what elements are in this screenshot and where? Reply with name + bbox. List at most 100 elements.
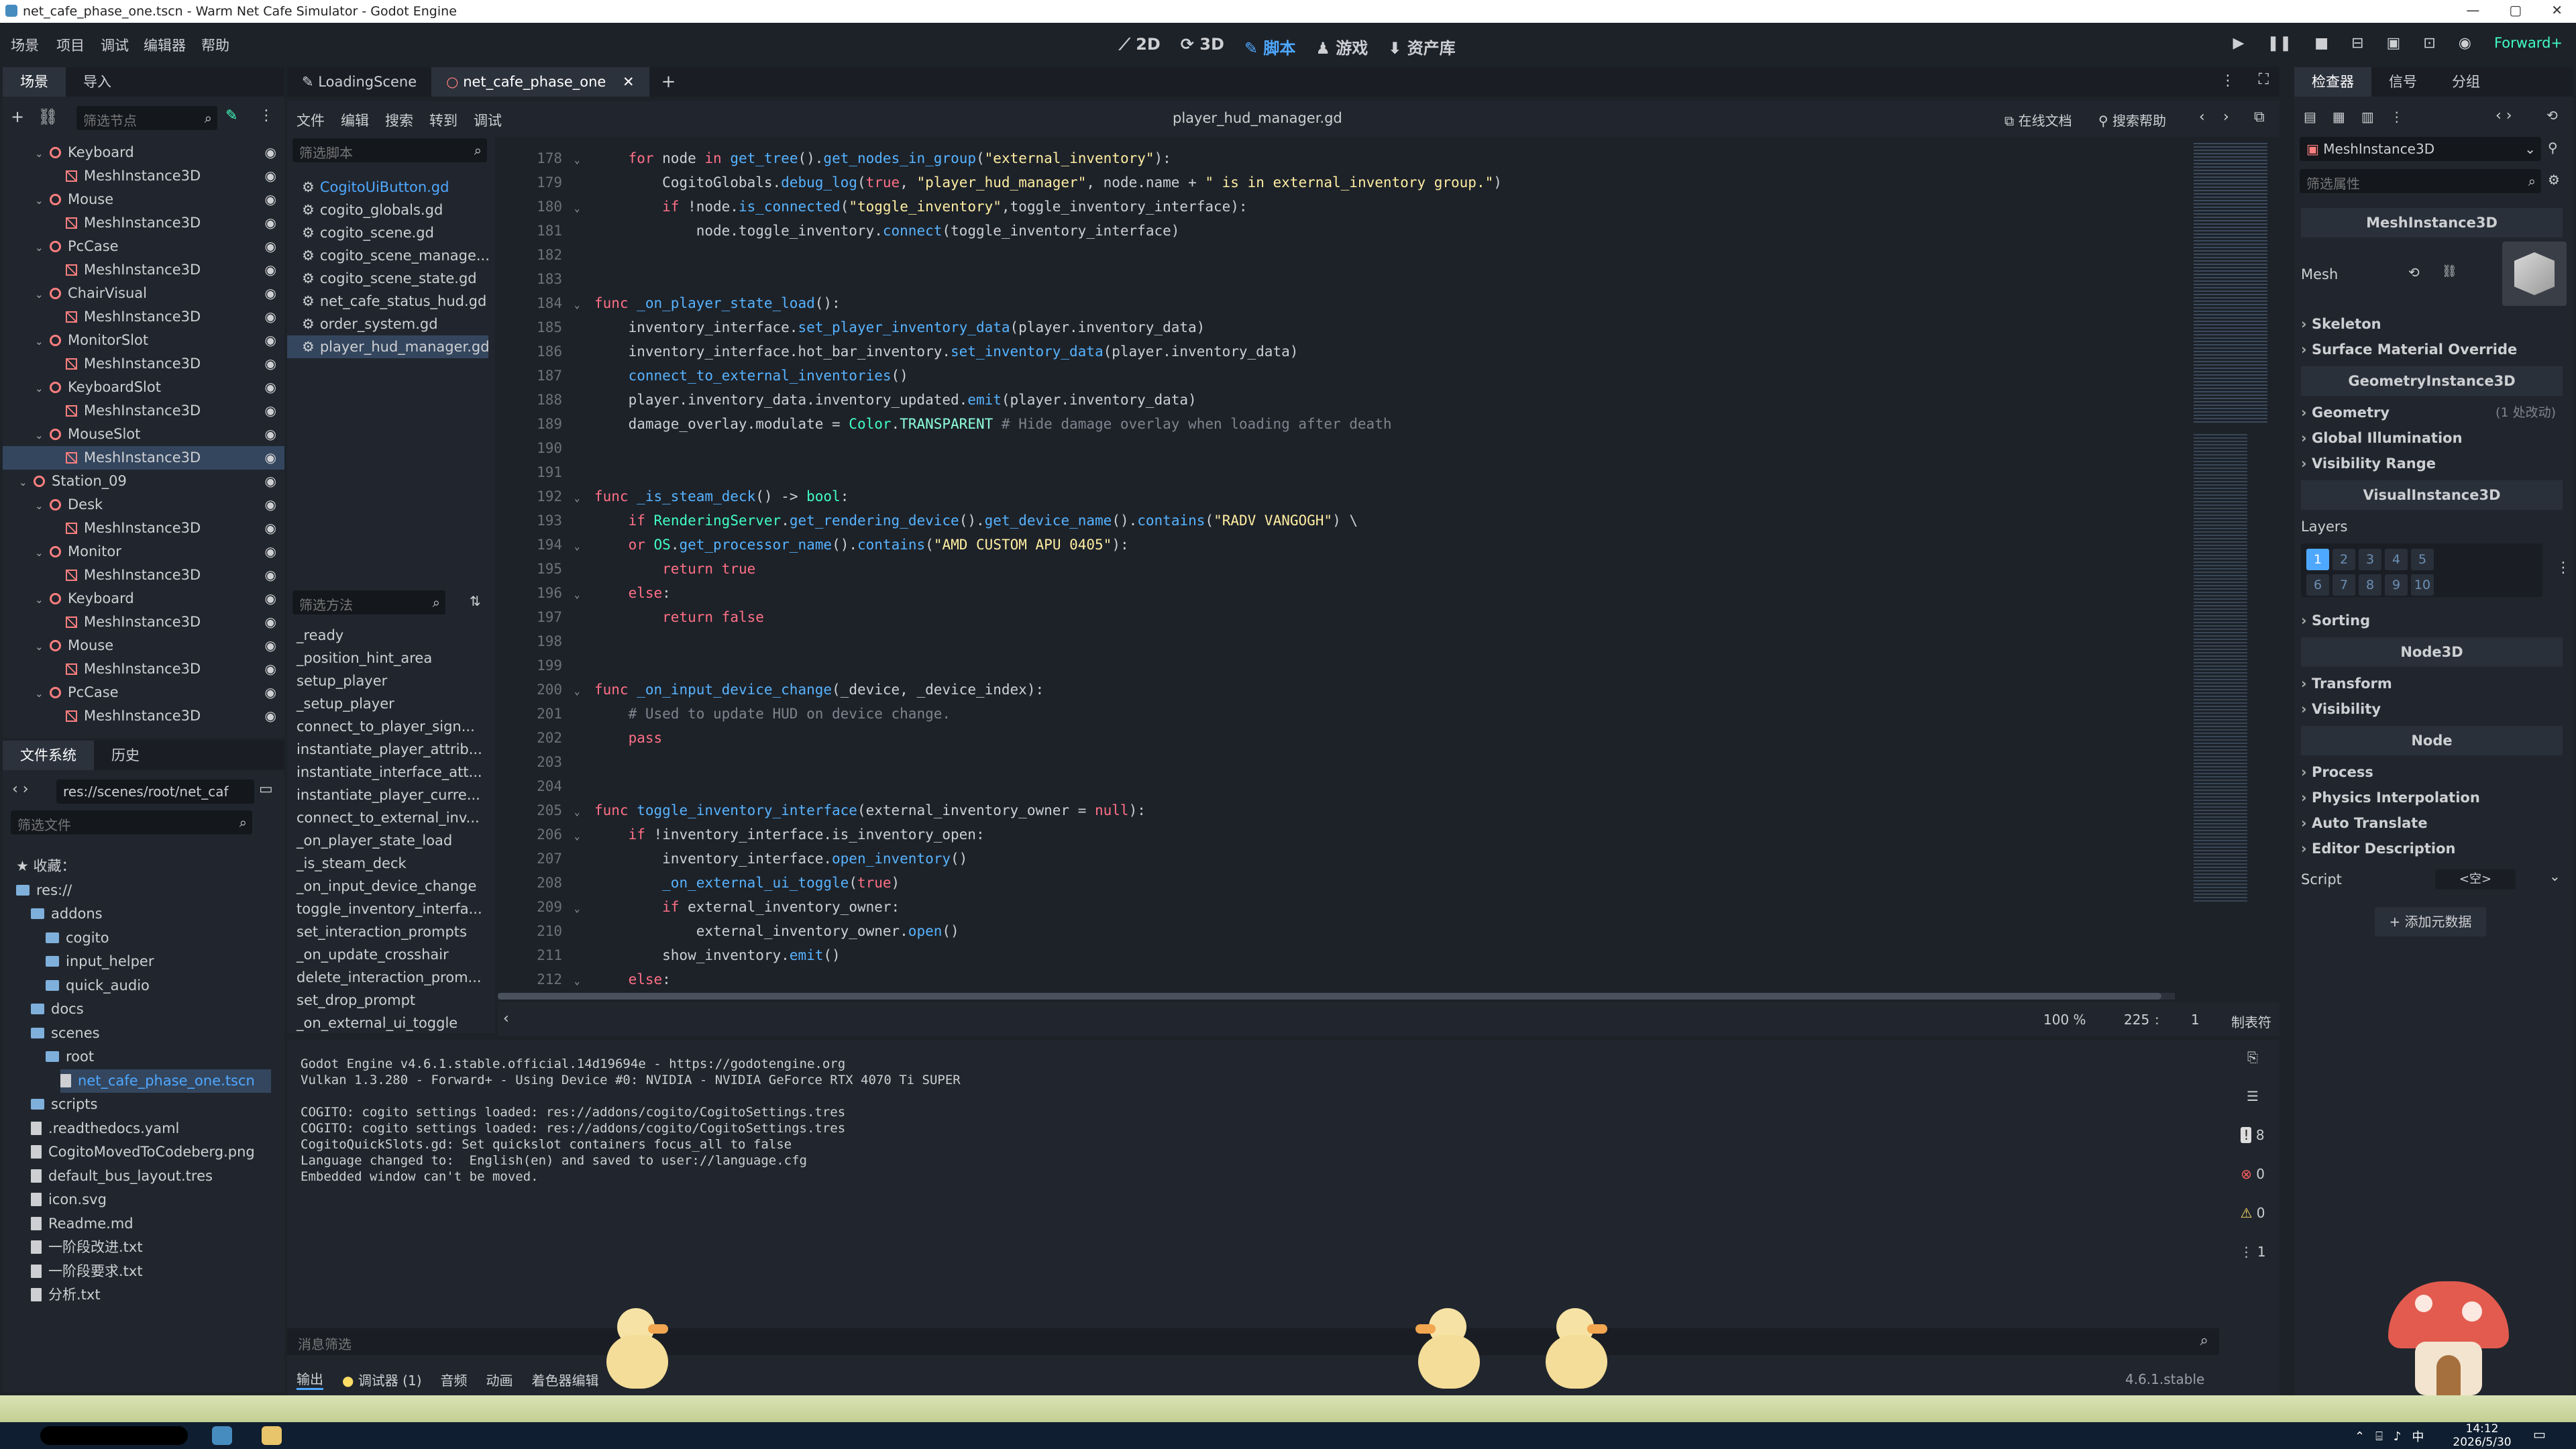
save-resource-icon[interactable]: ▥: [2361, 109, 2374, 125]
chevron-down-icon[interactable]: ⌄: [19, 471, 34, 494]
visibility-eye-icon[interactable]: ◉: [265, 305, 276, 329]
method-list-item[interactable]: _is_steam_deck: [287, 852, 488, 875]
path-field[interactable]: res://scenes/root/net_caf: [56, 780, 254, 804]
visibility-eye-icon[interactable]: ◉: [265, 282, 276, 305]
script-menu-goto[interactable]: 转到: [429, 110, 458, 130]
visibility-eye-icon[interactable]: ◉: [265, 493, 276, 517]
file-tree-item[interactable]: 一阶段改进.txt: [31, 1236, 143, 1259]
indent-mode[interactable]: 制表符: [2231, 1012, 2271, 1031]
code-line[interactable]: 201 # Used to update HUD on device chang…: [498, 702, 2269, 726]
toggle-scripts-panel-icon[interactable]: ‹: [503, 1010, 509, 1027]
code-line[interactable]: 206 ⌄ if !inventory_interface.is_inventor…: [498, 822, 2269, 847]
inspector-class-header[interactable]: Node3D: [2301, 637, 2563, 667]
fold-arrow-icon[interactable]: ⌄: [574, 897, 588, 921]
file-tree-item[interactable]: default_bus_layout.tres: [31, 1165, 213, 1188]
code-line[interactable]: 186 inventory_interface.hot_bar_inventor…: [498, 339, 2269, 364]
method-list-item[interactable]: _on_input_device_change: [287, 875, 488, 898]
visibility-eye-icon[interactable]: ◉: [265, 211, 276, 235]
inspector-section[interactable]: › Geometry (1 处改动): [2294, 400, 2563, 425]
visibility-eye-icon[interactable]: ◉: [265, 704, 276, 728]
script-list-item[interactable]: ⚙ cogito_scene_state.gd: [287, 267, 488, 290]
history-arrows[interactable]: ‹ ›: [2496, 107, 2512, 124]
code-line[interactable]: 183: [498, 267, 2269, 291]
file-tree-item[interactable]: 一阶段要求.txt: [31, 1260, 143, 1283]
visibility-eye-icon[interactable]: ◉: [265, 258, 276, 282]
code-line[interactable]: 182: [498, 243, 2269, 267]
scene-tree-row[interactable]: ⌄ KeyboardSlot ◉: [3, 376, 284, 399]
renderer-select[interactable]: Forward+: [2494, 35, 2563, 52]
code-line[interactable]: 193 if RenderingServer.get_rendering_dev…: [498, 508, 2269, 533]
bottom-tab-debugger[interactable]: ● 调试器 (1): [342, 1370, 422, 1389]
method-list-item[interactable]: _on_player_state_load: [287, 829, 488, 852]
inspector-class-header[interactable]: GeometryInstance3D: [2301, 366, 2563, 396]
visibility-eye-icon[interactable]: ◉: [265, 164, 276, 188]
inspector-section[interactable]: › Skeleton: [2294, 311, 2563, 337]
tab-inspector[interactable]: 检查器: [2294, 67, 2371, 97]
code-line[interactable]: 192 ⌄ func _is_steam_deck() -> bool:: [498, 484, 2269, 508]
method-list-item[interactable]: _ready: [287, 624, 488, 647]
chevron-down-icon[interactable]: ⌄: [35, 189, 50, 213]
method-list-item[interactable]: instantiate_player_curre...: [287, 784, 488, 806]
fold-arrow-icon[interactable]: ⌄: [574, 293, 588, 317]
fold-arrow-icon[interactable]: ⌄: [574, 486, 588, 511]
tab-filesystem[interactable]: 文件系统: [3, 741, 94, 770]
chevron-down-icon[interactable]: ⌄: [35, 635, 50, 659]
layer-toggle[interactable]: 8: [2359, 574, 2381, 596]
horizontal-scrollbar[interactable]: [498, 993, 2175, 1000]
sort-icon[interactable]: ⇅: [470, 593, 481, 609]
message-filter-input[interactable]: 消息筛选 ⌕: [287, 1328, 2219, 1355]
file-tree-item[interactable]: quick_audio: [46, 974, 150, 998]
fold-arrow-icon[interactable]: ⌄: [574, 824, 588, 849]
fold-arrow-icon[interactable]: ⌄: [574, 148, 588, 172]
version-label[interactable]: 4.6.1.stable: [2125, 1371, 2204, 1387]
visibility-eye-icon[interactable]: ◉: [265, 634, 276, 657]
code-line[interactable]: 191: [498, 460, 2269, 484]
code-line[interactable]: 194 ⌄ or OS.get_processor_name().contains…: [498, 533, 2269, 557]
file-tree-item[interactable]: net_cafe_phase_one.tscn: [60, 1069, 271, 1093]
scene-tree-row[interactable]: MeshInstance3D ◉: [3, 258, 284, 282]
bottom-tab-audio[interactable]: 音频: [441, 1370, 468, 1389]
close-tab-icon[interactable]: ✕: [623, 74, 635, 90]
play-scene-icon[interactable]: ▣: [2387, 35, 2401, 52]
volume-icon[interactable]: ♪: [2394, 1430, 2402, 1444]
visibility-eye-icon[interactable]: ◉: [265, 540, 276, 564]
method-list-item[interactable]: instantiate_interface_att...: [287, 761, 488, 784]
more-icon[interactable]: ⋮: [2390, 109, 2404, 125]
inspector-section[interactable]: › Editor Description: [2294, 836, 2563, 861]
visibility-eye-icon[interactable]: ◉: [265, 188, 276, 211]
inspector-section[interactable]: › Visibility Range: [2294, 451, 2563, 476]
visibility-eye-icon[interactable]: ◉: [265, 470, 276, 493]
layer-toggle[interactable]: 7: [2332, 574, 2355, 596]
stop-icon[interactable]: ■: [2314, 35, 2328, 52]
file-tree-item[interactable]: scripts: [31, 1093, 97, 1116]
script-list-item[interactable]: ⚙ cogito_scene_manage...: [287, 244, 488, 267]
inspector-section[interactable]: › Process: [2294, 759, 2563, 785]
tray-chevron-icon[interactable]: ⌃: [2355, 1430, 2365, 1444]
script-value[interactable]: <空>: [2435, 869, 2516, 890]
scene-tree-row[interactable]: ⌄ Mouse ◉: [3, 634, 284, 657]
scene-tree-row[interactable]: MeshInstance3D ◉: [3, 352, 284, 376]
property-filter-input[interactable]: 筛选属性 ⌕: [2300, 169, 2541, 193]
settings-icon[interactable]: ⚙: [2548, 172, 2560, 188]
chevron-down-icon[interactable]: ⌄: [35, 377, 50, 400]
script-menu-edit[interactable]: 编辑: [341, 110, 369, 130]
play-custom-icon[interactable]: ⊡: [2423, 35, 2435, 52]
inspected-node-select[interactable]: ▣ MeshInstance3D ⌄: [2300, 137, 2541, 161]
scene-tree-row[interactable]: ⌄ PcCase ◉: [3, 235, 284, 258]
code-line[interactable]: 180 ⌄ if !node.is_connected("toggle_inven…: [498, 195, 2269, 219]
visibility-eye-icon[interactable]: ◉: [265, 329, 276, 352]
fold-arrow-icon[interactable]: ⌄: [574, 680, 588, 704]
chevron-down-icon[interactable]: ⌄: [35, 142, 50, 166]
code-line[interactable]: 200 ⌄ func _on_input_device_change(_device…: [498, 678, 2269, 702]
editor-messages-toggle[interactable]: ⋮ 1: [2239, 1244, 2265, 1260]
scene-tab-loading[interactable]: ✎ LoadingScene: [287, 67, 431, 97]
code-line[interactable]: 198: [498, 629, 2269, 653]
pause-icon[interactable]: ❚❚: [2267, 35, 2292, 52]
add-scene-tab-icon[interactable]: +: [649, 72, 688, 92]
prev-script-icon[interactable]: ‹: [2199, 109, 2205, 125]
node-filter-input[interactable]: 筛选节点 ⌕: [76, 106, 217, 130]
method-list-item[interactable]: set_interaction_prompts: [287, 920, 488, 943]
add-node-icon[interactable]: +: [11, 107, 24, 126]
workspace-game-button[interactable]: ♟ 游戏: [1307, 32, 1376, 61]
chevron-down-icon[interactable]: ⌄: [35, 682, 50, 706]
